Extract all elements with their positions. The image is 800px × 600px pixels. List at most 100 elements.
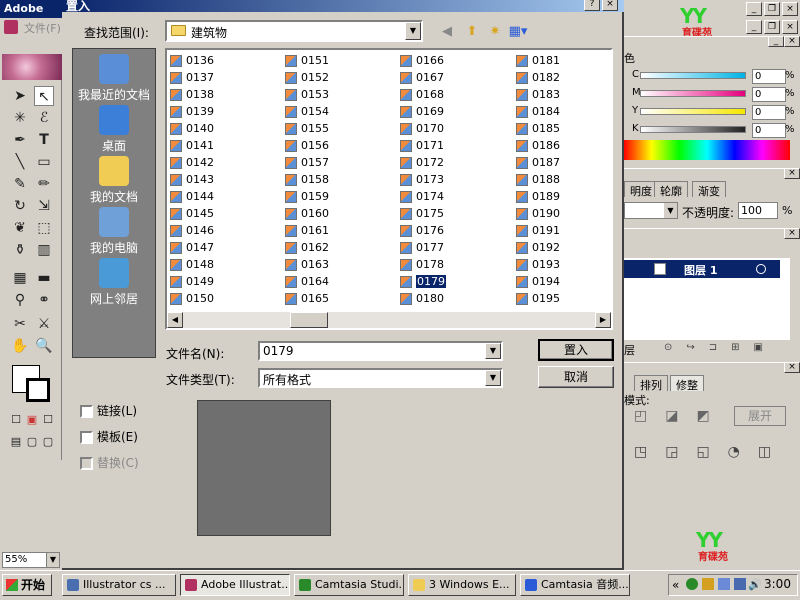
file-item[interactable]: 0144 bbox=[169, 189, 214, 205]
file-item[interactable]: 0166 bbox=[399, 53, 444, 69]
tray-app-icon[interactable] bbox=[702, 578, 714, 590]
look-in-select[interactable]: 建筑物 ▼ bbox=[165, 20, 423, 42]
file-item[interactable]: 0175 bbox=[399, 206, 444, 222]
channel-slider-c[interactable] bbox=[640, 72, 746, 79]
file-item[interactable]: 0160 bbox=[284, 206, 329, 222]
opacity-input[interactable]: 100 bbox=[738, 202, 778, 219]
file-item[interactable]: 0162 bbox=[284, 240, 329, 256]
app-restore-button[interactable]: ❐ bbox=[764, 2, 780, 16]
dialog-close-button[interactable]: × bbox=[602, 0, 618, 11]
scroll-right-icon[interactable]: ▶ bbox=[595, 312, 611, 328]
file-item[interactable]: 0194 bbox=[515, 274, 560, 290]
file-item[interactable]: 0149 bbox=[169, 274, 214, 290]
taskbar-button[interactable]: Camtasia 音频... bbox=[520, 574, 630, 596]
selection-tool-icon[interactable]: ➤ bbox=[10, 86, 30, 106]
file-item[interactable]: 0186 bbox=[515, 138, 560, 154]
gradient-tool-icon[interactable]: ▬ bbox=[34, 268, 54, 288]
scroll-left-icon[interactable]: ◀ bbox=[167, 312, 183, 328]
tab-gradient[interactable]: 渐变 bbox=[692, 181, 726, 198]
layer-target-icon[interactable] bbox=[756, 264, 766, 274]
file-item[interactable]: 0139 bbox=[169, 104, 214, 120]
place-my-documents[interactable]: 我的文档 bbox=[72, 156, 156, 205]
file-item[interactable]: 0179 bbox=[399, 274, 446, 290]
template-checkbox[interactable]: 模板(E) bbox=[80, 428, 138, 445]
new-folder-icon[interactable]: ✷ bbox=[485, 22, 505, 42]
file-item[interactable]: 0159 bbox=[284, 189, 329, 205]
color-spectrum-bar[interactable] bbox=[624, 140, 790, 160]
channel-slider-k[interactable] bbox=[640, 126, 746, 133]
file-item[interactable]: 0137 bbox=[169, 70, 214, 86]
file-item[interactable]: 0178 bbox=[399, 257, 444, 273]
file-list[interactable]: 0136 0137 0138 0139 0140 0141 0142 0143 0144 0145… bbox=[165, 48, 613, 330]
file-item[interactable]: 0156 bbox=[284, 138, 329, 154]
stroke-color-box[interactable] bbox=[26, 378, 50, 402]
tab-transparency[interactable]: 明度 bbox=[624, 181, 658, 198]
file-item[interactable]: 0142 bbox=[169, 155, 214, 171]
checkbox-box[interactable] bbox=[80, 405, 93, 418]
doc-restore-button[interactable]: ❐ bbox=[764, 20, 780, 34]
file-item[interactable]: 0172 bbox=[399, 155, 444, 171]
place-desktop[interactable]: 桌面 bbox=[72, 105, 156, 154]
file-item[interactable]: 0171 bbox=[399, 138, 444, 154]
file-item[interactable]: 0148 bbox=[169, 257, 214, 273]
monitor-tray-icon[interactable] bbox=[734, 578, 746, 590]
blend-mode-select[interactable]: ▼ bbox=[624, 202, 678, 219]
file-item[interactable]: 0180 bbox=[399, 291, 444, 307]
filename-input[interactable]: 0179 ▼ bbox=[258, 341, 503, 361]
mesh-tool-icon[interactable]: ▦ bbox=[10, 268, 30, 288]
file-item[interactable]: 0189 bbox=[515, 189, 560, 205]
transparency-panel-close-button[interactable]: × bbox=[784, 168, 800, 179]
volume-tray-icon[interactable]: 🔊 bbox=[748, 578, 762, 591]
file-item[interactable]: 0140 bbox=[169, 121, 214, 137]
file-item[interactable]: 0141 bbox=[169, 138, 214, 154]
file-item[interactable]: 0150 bbox=[169, 291, 214, 307]
link-checkbox[interactable]: 链接(L) bbox=[80, 402, 137, 419]
file-item[interactable]: 0152 bbox=[284, 70, 329, 86]
zoom-level-select[interactable]: 55% ▼ bbox=[2, 552, 60, 568]
lasso-tool-icon[interactable]: ℰ bbox=[34, 108, 54, 128]
file-item[interactable]: 0158 bbox=[284, 172, 329, 188]
taskbar-button[interactable]: 3 Windows E... bbox=[408, 574, 516, 596]
file-item[interactable]: 0151 bbox=[284, 53, 329, 69]
layers-tab[interactable]: 层 bbox=[624, 342, 635, 358]
checkbox-box[interactable] bbox=[80, 431, 93, 444]
place-recent-docs[interactable]: 我最近的文档 bbox=[72, 54, 156, 103]
color-panel-close-button[interactable]: × bbox=[784, 36, 800, 47]
pencil-tool-icon[interactable]: ✏ bbox=[34, 174, 54, 194]
camtasia-tray-icon[interactable] bbox=[686, 578, 698, 590]
pathfinder-panel-header[interactable] bbox=[624, 362, 800, 374]
symbol-sprayer-tool-icon[interactable]: ⚱ bbox=[10, 240, 30, 260]
blend-tool-icon[interactable]: ⚭ bbox=[34, 290, 54, 310]
file-item[interactable]: 0146 bbox=[169, 223, 214, 239]
horizontal-scrollbar[interactable]: ◀ ▶ bbox=[167, 312, 611, 328]
scale-tool-icon[interactable]: ⇲ bbox=[34, 196, 54, 216]
direct-selection-tool-icon[interactable]: ↖ bbox=[34, 86, 54, 106]
place-my-computer[interactable]: 我的电脑 bbox=[72, 207, 156, 256]
file-item[interactable]: 0181 bbox=[515, 53, 560, 69]
pen-tool-icon[interactable]: ✒ bbox=[10, 130, 30, 150]
expand-button[interactable]: 展开 bbox=[734, 406, 786, 426]
none-mode-icon[interactable]: ☐ bbox=[38, 410, 58, 430]
file-item[interactable]: 0174 bbox=[399, 189, 444, 205]
file-item[interactable]: 0169 bbox=[399, 104, 444, 120]
file-item[interactable]: 0187 bbox=[515, 155, 560, 171]
back-icon[interactable]: ◀ bbox=[437, 22, 457, 42]
channel-value-m[interactable]: 0 bbox=[752, 87, 786, 102]
menu-file[interactable]: 文件(F) bbox=[24, 22, 61, 35]
taskbar-button[interactable]: Illustrator cs ... bbox=[62, 574, 176, 596]
file-item[interactable]: 0193 bbox=[515, 257, 560, 273]
file-item[interactable]: 0192 bbox=[515, 240, 560, 256]
file-item[interactable]: 0182 bbox=[515, 70, 560, 86]
file-item[interactable]: 0191 bbox=[515, 223, 560, 239]
file-item[interactable]: 0184 bbox=[515, 104, 560, 120]
file-item[interactable]: 0153 bbox=[284, 87, 329, 103]
eyedropper-tool-icon[interactable]: ⚲ bbox=[10, 290, 30, 310]
file-item[interactable]: 0157 bbox=[284, 155, 329, 171]
file-item[interactable]: 0145 bbox=[169, 206, 214, 222]
pathfinder-panel-close-button[interactable]: × bbox=[784, 362, 800, 373]
shape-mode-icons[interactable]: ◰◪◩ bbox=[634, 408, 728, 424]
file-item[interactable]: 0170 bbox=[399, 121, 444, 137]
paintbrush-tool-icon[interactable]: ✎ bbox=[10, 174, 30, 194]
file-item[interactable]: 0138 bbox=[169, 87, 214, 103]
color-panel-minimize-button[interactable]: _ bbox=[768, 36, 784, 47]
